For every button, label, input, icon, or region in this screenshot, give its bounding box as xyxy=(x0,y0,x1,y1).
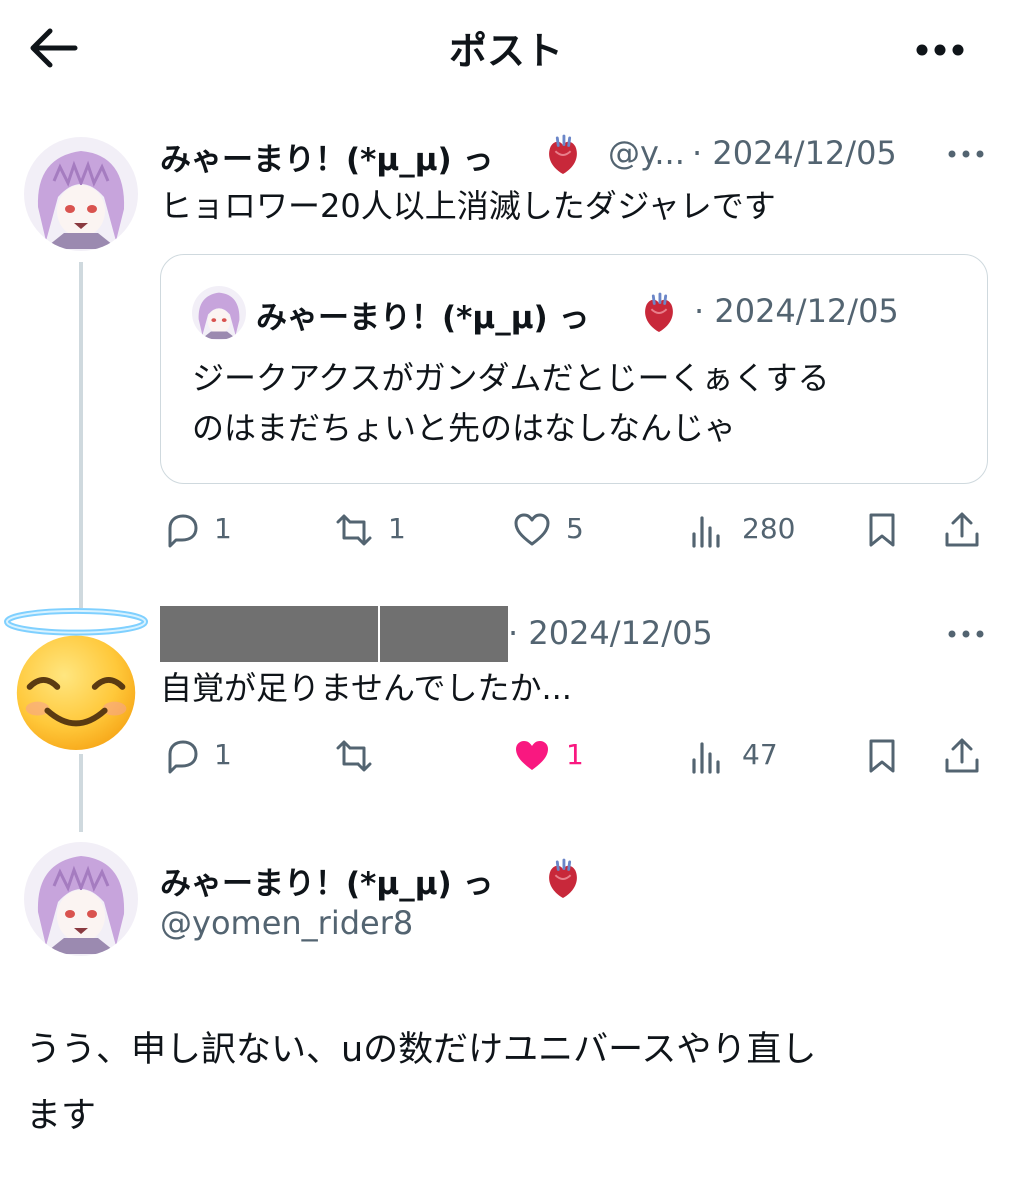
redacted-handle-block xyxy=(380,606,508,662)
handle[interactable]: @yomen_rider8 xyxy=(160,904,413,942)
anime-girl-avatar-image xyxy=(24,842,138,956)
bookmark-icon[interactable] xyxy=(862,736,902,776)
quote-text-line-2: のはまだちょいと先のはなしなんじゃ xyxy=(192,409,737,447)
post-text: ヒョロワー20人以上消滅したダジャレです xyxy=(160,187,776,225)
smiling-face-with-halo-emoji[interactable] xyxy=(4,604,152,752)
main-post-text-line-2: ます xyxy=(26,1096,97,1136)
like-count: 1 xyxy=(566,738,584,771)
reply-count: 1 xyxy=(214,738,232,771)
post-more-icon[interactable] xyxy=(946,624,986,644)
share-icon[interactable] xyxy=(942,736,982,776)
reply-icon[interactable] xyxy=(162,510,202,550)
post-date[interactable]: · 2024/12/05 xyxy=(692,134,897,172)
views-count: 280 xyxy=(742,512,796,545)
avatar[interactable] xyxy=(24,842,138,956)
anatomical-heart-emoji xyxy=(645,292,673,332)
post-more-icon[interactable] xyxy=(946,144,986,164)
more-options-icon[interactable] xyxy=(912,30,968,70)
thread-line xyxy=(79,262,83,608)
quote-text-line-1: ジークアクスがガンダムだとじーくぁくする xyxy=(192,359,830,397)
share-icon[interactable] xyxy=(942,510,982,550)
handle[interactable]: @y... xyxy=(608,134,685,172)
anatomical-heart-emoji xyxy=(549,134,577,174)
thread-line xyxy=(79,754,83,832)
repost-count: 1 xyxy=(388,512,406,545)
avatar[interactable] xyxy=(24,137,138,251)
post-date[interactable]: · 2024/12/05 xyxy=(508,614,713,652)
reply-count: 1 xyxy=(214,512,232,545)
like-filled-icon[interactable] xyxy=(512,736,552,776)
page-title: ポスト xyxy=(448,29,563,73)
anime-girl-avatar-image xyxy=(24,137,138,251)
views-icon[interactable] xyxy=(688,510,728,550)
redacted-name-block xyxy=(160,606,378,662)
repost-icon[interactable] xyxy=(334,510,374,550)
post-text: 自覚が足りませんでしたか... xyxy=(160,669,572,707)
quote-display-name: みゃーまり！(*μ_μ) っ xyxy=(256,300,590,336)
like-icon[interactable] xyxy=(512,510,552,550)
reply-icon[interactable] xyxy=(162,736,202,776)
display-name[interactable]: みゃーまり！(*μ_μ) っ xyxy=(160,858,493,903)
main-post-text-line-1: うう、申し訳ない、uの数だけユニバースやり直し xyxy=(26,1030,817,1070)
display-name[interactable]: みゃーまり！(*μ_μ) っ xyxy=(160,134,493,179)
anatomical-heart-emoji xyxy=(549,858,577,898)
quote-avatar xyxy=(192,286,246,340)
bookmark-icon[interactable] xyxy=(862,510,902,550)
views-icon[interactable] xyxy=(688,736,728,776)
repost-icon[interactable] xyxy=(334,736,374,776)
views-count: 47 xyxy=(742,738,778,771)
quote-date: · 2024/12/05 xyxy=(694,292,899,330)
like-count: 5 xyxy=(566,512,584,545)
anime-girl-avatar-image xyxy=(192,286,246,340)
